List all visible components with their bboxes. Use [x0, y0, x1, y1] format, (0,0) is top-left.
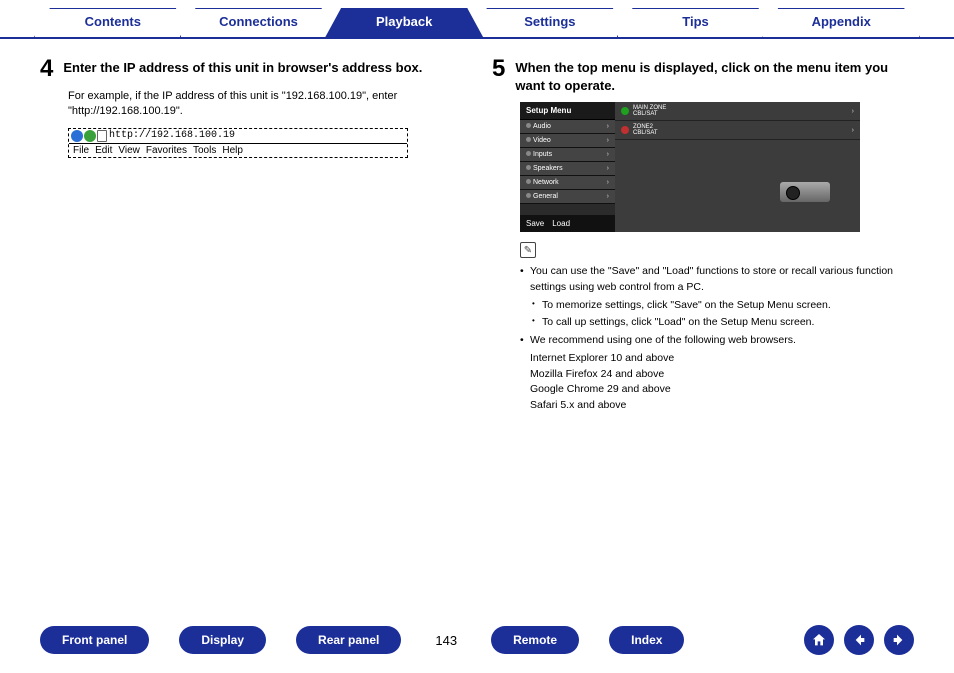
setup-menu-main: MAIN ZONE CBL/SAT › ZONE2 CBL/SAT › [615, 102, 860, 232]
zone2-row: ZONE2 CBL/SAT › [615, 121, 860, 140]
setup-menu-title: Setup Menu [520, 102, 615, 120]
step-4-header: 4 Enter the IP address of this unit in b… [40, 57, 462, 81]
nav-rear-panel[interactable]: Rear panel [296, 626, 401, 654]
tab-tips[interactable]: Tips [617, 8, 775, 37]
note-bullet: We recommend using one of the following … [520, 333, 914, 349]
left-column: 4 Enter the IP address of this unit in b… [40, 57, 462, 414]
setup-item-video: Video› [520, 134, 615, 148]
browser-rec: Mozilla Firefox 24 and above [520, 367, 914, 383]
right-column: 5 When the top menu is displayed, click … [492, 57, 914, 414]
setup-save: Save [526, 219, 544, 228]
browser-address-bar: http://192.168.100.19 [69, 129, 407, 143]
menu-help: Help [222, 145, 243, 156]
tab-playback[interactable]: Playback [325, 8, 483, 37]
tab-settings[interactable]: Settings [471, 8, 629, 37]
reload-icon [84, 130, 96, 142]
note-subbullet: To memorize settings, click "Save" on th… [520, 298, 914, 314]
note-icon: ✎ [520, 242, 536, 258]
menu-favorites: Favorites [146, 145, 187, 156]
zone-sub: CBL/SAT [633, 111, 666, 117]
device-illustration [780, 182, 830, 202]
step-number: 5 [492, 57, 505, 94]
setup-load: Load [552, 219, 570, 228]
note-bullet: You can use the "Save" and "Load" functi… [520, 264, 914, 296]
tab-contents[interactable]: Contents [34, 8, 192, 37]
step-5-header: 5 When the top menu is displayed, click … [492, 57, 914, 94]
menu-tools: Tools [193, 145, 216, 156]
page-number: 143 [431, 633, 461, 648]
power-icon [621, 126, 629, 134]
step-description: For example, if the IP address of this u… [68, 89, 462, 120]
next-page-icon[interactable] [884, 625, 914, 655]
browser-menu-bar: File Edit View Favorites Tools Help [69, 143, 407, 157]
nav-index[interactable]: Index [609, 626, 684, 654]
menu-file: File [73, 145, 89, 156]
setup-menu-screenshot: Setup Menu Audio› Video› Inputs› Speaker… [520, 102, 860, 232]
step-title: Enter the IP address of this unit in bro… [63, 57, 422, 81]
browser-rec: Google Chrome 29 and above [520, 382, 914, 398]
bottom-nav: Front panel Display Rear panel 143 Remot… [0, 625, 954, 655]
setup-item-inputs: Inputs› [520, 148, 615, 162]
nav-remote[interactable]: Remote [491, 626, 579, 654]
browser-mock: http://192.168.100.19 File Edit View Fav… [68, 128, 408, 158]
setup-item-speakers: Speakers› [520, 162, 615, 176]
nav-display[interactable]: Display [179, 626, 266, 654]
menu-edit: Edit [95, 145, 112, 156]
step-title: When the top menu is displayed, click on… [515, 57, 914, 94]
note-subbullet: To call up settings, click "Load" on the… [520, 315, 914, 331]
step-number: 4 [40, 57, 53, 81]
browser-rec: Safari 5.x and above [520, 398, 914, 414]
zone-sub: CBL/SAT [633, 130, 658, 136]
power-icon [621, 107, 629, 115]
browser-rec: Internet Explorer 10 and above [520, 351, 914, 367]
setup-item-audio: Audio› [520, 120, 615, 134]
tab-connections[interactable]: Connections [180, 8, 338, 37]
tab-appendix[interactable]: Appendix [762, 8, 920, 37]
nav-front-panel[interactable]: Front panel [40, 626, 149, 654]
top-tabs: Contents Connections Playback Settings T… [0, 0, 954, 39]
home-icon[interactable] [804, 625, 834, 655]
prev-page-icon[interactable] [844, 625, 874, 655]
setup-item-general: General› [520, 190, 615, 204]
main-content: 4 Enter the IP address of this unit in b… [0, 39, 954, 414]
back-icon [71, 130, 83, 142]
setup-menu-sidebar: Setup Menu Audio› Video› Inputs› Speaker… [520, 102, 615, 232]
notes-list: You can use the "Save" and "Load" functi… [520, 264, 914, 414]
setup-item-network: Network› [520, 176, 615, 190]
address-text: http://192.168.100.19 [109, 130, 235, 141]
setup-buttons: Save Load [520, 215, 615, 232]
menu-view: View [118, 145, 140, 156]
page-icon [97, 130, 107, 142]
main-zone-row: MAIN ZONE CBL/SAT › [615, 102, 860, 121]
nav-icon-group [804, 625, 914, 655]
